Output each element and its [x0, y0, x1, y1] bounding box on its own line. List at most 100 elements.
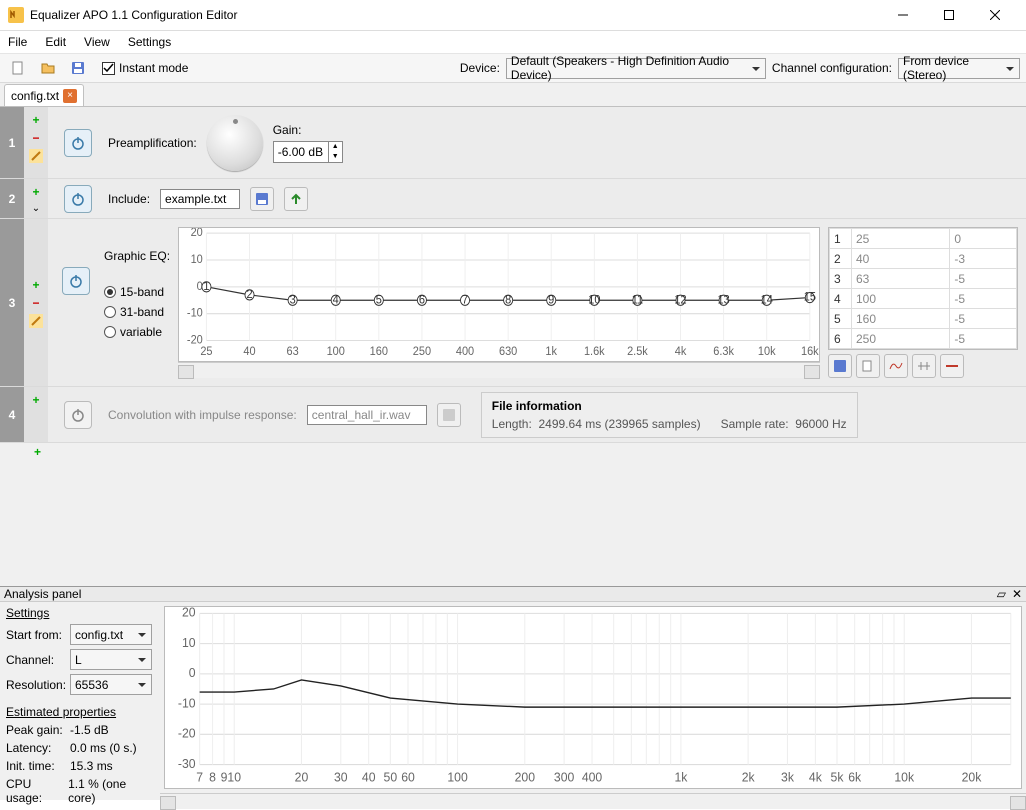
row-controls: + ⌄	[24, 179, 48, 218]
eq-invert-button[interactable]	[884, 354, 908, 378]
svg-text:13: 13	[718, 293, 730, 307]
tab-close-icon[interactable]: ×	[63, 89, 77, 103]
eq-data-grid[interactable]: 1250240-3363-54100-55160-56250-5	[828, 227, 1018, 350]
svg-text:16k: 16k	[801, 344, 819, 358]
filter-row-preamp: 1 + − Preamplification: Gain: -6.00 dB ▲…	[0, 107, 1026, 179]
menu-settings[interactable]: Settings	[128, 35, 171, 49]
minimize-button[interactable]	[880, 0, 926, 30]
new-file-button[interactable]	[6, 56, 30, 80]
svg-text:200: 200	[515, 770, 535, 784]
svg-text:2: 2	[247, 287, 253, 301]
add-icon[interactable]: +	[32, 185, 39, 199]
svg-text:1: 1	[203, 279, 209, 293]
svg-text:2k: 2k	[742, 770, 756, 784]
svg-text:2.5k: 2.5k	[627, 344, 648, 358]
remove-icon[interactable]: −	[32, 296, 39, 310]
add-icon[interactable]: +	[32, 278, 39, 292]
tab-config[interactable]: config.txt ×	[4, 84, 84, 106]
svg-text:10: 10	[588, 293, 601, 307]
go-button[interactable]	[284, 187, 308, 211]
svg-text:20: 20	[191, 228, 204, 239]
file-information-box: File information Length: 2499.64 ms (239…	[481, 392, 858, 438]
gain-knob[interactable]	[207, 115, 263, 171]
menu-edit[interactable]: Edit	[45, 35, 66, 49]
power-button[interactable]	[62, 267, 90, 295]
toolbar: Instant mode Device: Default (Speakers -…	[0, 53, 1026, 83]
panel-close-icon[interactable]: ✕	[1012, 587, 1022, 601]
analysis-settings: Settings Start from:config.txt Channel:L…	[0, 602, 160, 809]
filter-row-include: 2 + ⌄ Include: example.txt	[0, 179, 1026, 219]
svg-text:20: 20	[295, 770, 309, 784]
resolution-select[interactable]: 65536	[70, 674, 152, 695]
eq-table: 1250240-3363-54100-55160-56250-5	[828, 227, 1018, 378]
svg-text:400: 400	[456, 344, 475, 358]
undock-icon[interactable]: ▱	[997, 587, 1006, 601]
instant-mode-label: Instant mode	[119, 61, 188, 75]
maximize-button[interactable]	[926, 0, 972, 30]
add-icon[interactable]: +	[34, 445, 41, 459]
svg-text:10: 10	[191, 252, 204, 266]
eq-normalize-button[interactable]	[912, 354, 936, 378]
eq-chart[interactable]: 20100-10-202540631001602504006301k1.6k2.…	[178, 227, 820, 362]
svg-text:63: 63	[287, 344, 299, 358]
gain-field[interactable]: -6.00 dB ▲▼	[273, 141, 343, 163]
channel-config-select[interactable]: From device (Stereo)	[898, 58, 1020, 79]
svg-text:11: 11	[632, 293, 643, 307]
svg-text:10k: 10k	[894, 770, 914, 784]
save-file-button[interactable]	[66, 56, 90, 80]
eq-reset-button[interactable]	[940, 354, 964, 378]
device-label: Device:	[460, 61, 500, 75]
svg-text:1.6k: 1.6k	[584, 344, 605, 358]
start-from-select[interactable]: config.txt	[70, 624, 152, 645]
svg-text:4k: 4k	[809, 770, 823, 784]
edit-icon[interactable]	[29, 314, 43, 328]
svg-text:15: 15	[804, 290, 816, 304]
menu-view[interactable]: View	[84, 35, 110, 49]
row-number: 3	[0, 219, 24, 386]
power-button-off[interactable]	[64, 401, 92, 429]
radio-15band[interactable]: 15-band	[104, 285, 164, 299]
add-icon[interactable]: +	[32, 393, 39, 407]
spin-up-icon[interactable]: ▲	[329, 142, 342, 152]
eq-copy-button[interactable]	[856, 354, 880, 378]
channel-select[interactable]: L	[70, 649, 152, 670]
conv-browse-button[interactable]	[437, 403, 461, 427]
svg-text:-30: -30	[178, 757, 196, 771]
analysis-panel: Analysis panel ▱ ✕ Settings Start from:c…	[0, 586, 1026, 800]
power-button[interactable]	[64, 129, 92, 157]
radio-variable[interactable]: variable	[104, 325, 162, 339]
analysis-chart[interactable]: 20100-10-20-3078910203040506010020030040…	[164, 606, 1022, 789]
svg-text:7: 7	[462, 293, 468, 307]
preamp-label: Preamplification:	[108, 136, 197, 150]
expand-icon[interactable]: ⌄	[32, 203, 40, 214]
eq-scrollbar[interactable]	[178, 362, 820, 378]
svg-text:6: 6	[419, 293, 425, 307]
open-file-button[interactable]	[36, 56, 60, 80]
svg-text:4k: 4k	[675, 344, 687, 358]
svg-text:160: 160	[370, 344, 389, 358]
title-bar: Equalizer APO 1.1 Configuration Editor	[0, 0, 1026, 31]
analysis-scrollbar[interactable]	[160, 793, 1026, 809]
device-select[interactable]: Default (Speakers - High Definition Audi…	[506, 58, 766, 79]
conv-file-field[interactable]: central_hall_ir.wav	[307, 405, 427, 425]
radio-31band[interactable]: 31-band	[104, 305, 164, 319]
spin-down-icon[interactable]: ▼	[329, 152, 342, 162]
include-label: Include:	[108, 192, 150, 206]
eq-save-button[interactable]	[828, 354, 852, 378]
remove-icon[interactable]: −	[32, 131, 39, 145]
browse-button[interactable]	[250, 187, 274, 211]
power-button[interactable]	[64, 185, 92, 213]
svg-text:6k: 6k	[848, 770, 862, 784]
close-button[interactable]	[972, 0, 1018, 30]
menu-file[interactable]: File	[8, 35, 27, 49]
instant-mode-checkbox[interactable]: Instant mode	[102, 61, 188, 75]
add-icon[interactable]: +	[32, 113, 39, 127]
analysis-title: Analysis panel	[4, 587, 81, 601]
svg-text:100: 100	[447, 770, 467, 784]
include-file-field[interactable]: example.txt	[160, 189, 240, 209]
eq-label: Graphic EQ:	[104, 249, 170, 263]
edit-icon[interactable]	[29, 149, 43, 163]
window-title: Equalizer APO 1.1 Configuration Editor	[30, 8, 880, 22]
row-controls: +	[24, 387, 48, 442]
svg-text:3: 3	[290, 293, 296, 307]
